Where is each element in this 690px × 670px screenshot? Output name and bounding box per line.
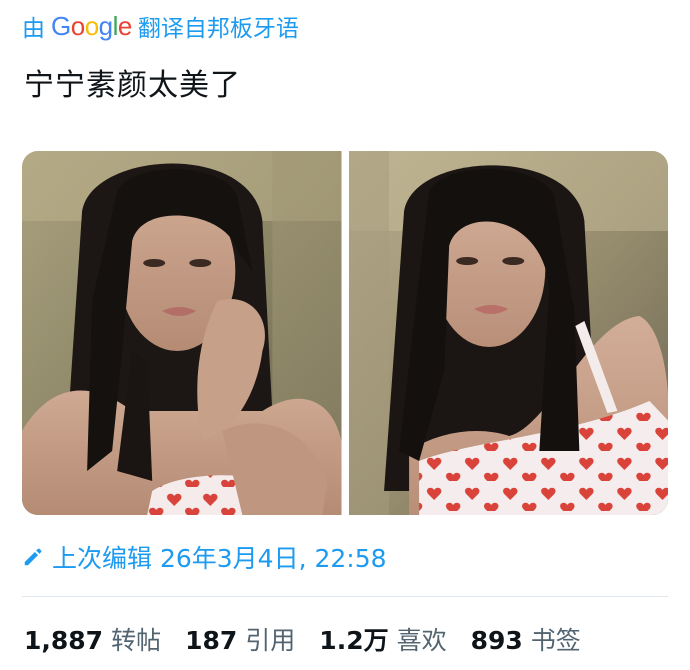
stat-quotes[interactable]: 187 引用 <box>185 621 295 657</box>
translated-from-language: 翻译自邦板牙语 <box>137 16 299 42</box>
stat-reposts-label: 转帖 <box>111 626 162 655</box>
stat-bookmarks[interactable]: 893 书签 <box>471 621 581 657</box>
divider <box>22 596 668 597</box>
stat-quotes-count: 187 <box>185 626 238 655</box>
translated-by-prefix: 由 <box>22 16 45 42</box>
stat-likes-label: 喜欢 <box>396 626 447 655</box>
stat-reposts[interactable]: 1,887 转帖 <box>24 621 161 657</box>
last-edited-text: 上次编辑 26年3月4日, 22:58 <box>52 544 387 573</box>
google-logo: Google <box>51 11 132 41</box>
stat-likes-count: 1.2万 <box>319 626 389 655</box>
tweet-media <box>22 151 668 515</box>
tweet-photo-2[interactable] <box>348 151 669 515</box>
tweet-photo-1[interactable] <box>22 151 342 515</box>
last-edited-link[interactable]: 上次编辑 26年3月4日, 22:58 <box>22 540 387 574</box>
pencil-icon <box>24 548 42 566</box>
stat-bookmarks-label: 书签 <box>530 626 581 655</box>
stat-bookmarks-count: 893 <box>470 626 523 655</box>
tweet-stats: 1,887 转帖 187 引用 1.2万 喜欢 893 书签 <box>24 620 605 658</box>
translated-by-google-link[interactable]: 由 Google 翻译自邦板牙语 <box>22 10 299 42</box>
stat-quotes-label: 引用 <box>245 626 296 655</box>
tweet-text: 宁宁素颜太美了 <box>24 68 241 103</box>
stat-likes[interactable]: 1.2万 喜欢 <box>319 621 446 657</box>
stat-reposts-count: 1,887 <box>24 626 104 655</box>
